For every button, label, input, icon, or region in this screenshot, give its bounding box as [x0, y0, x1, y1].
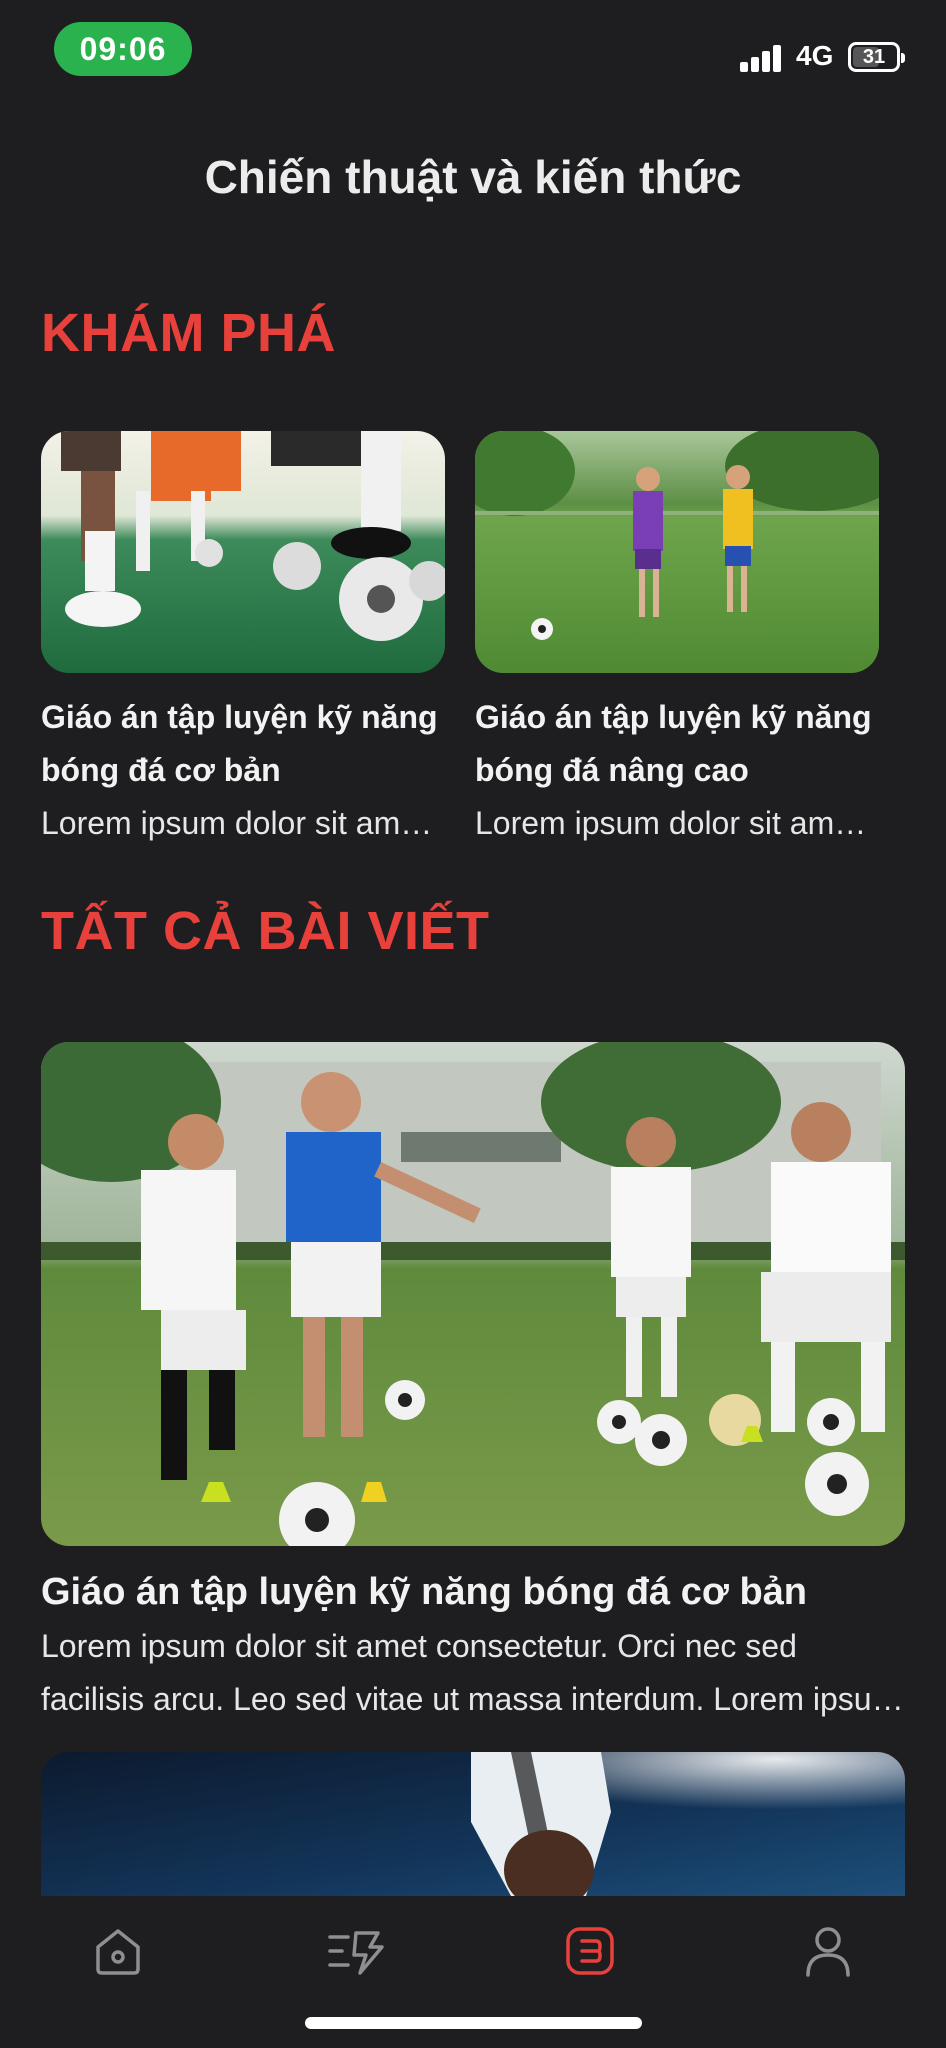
article-card-description: Lorem ipsum dolor sit amet consectetur. …: [41, 1628, 899, 1717]
explore-card-description: Lorem ipsum dolor sit amet consectetur.: [41, 805, 445, 841]
status-bar: 09:06 4G 31: [0, 0, 946, 90]
page-title: Chiến thuật và kiến thức: [204, 151, 742, 203]
signal-icon: [740, 44, 784, 72]
home-indicator[interactable]: [305, 2017, 642, 2029]
article-card-title: Giáo án tập luyện kỹ năng bóng đá cơ bản: [41, 1571, 808, 1613]
article-card[interactable]: [41, 1752, 905, 1896]
article-card-image: [41, 1042, 905, 1546]
all-articles-section-title: TẤT CẢ BÀI VIẾT: [41, 901, 490, 961]
tab-profile[interactable]: [788, 1916, 868, 1986]
battery-level: 31: [862, 45, 886, 68]
explore-card-image: [41, 431, 445, 673]
explore-card[interactable]: Giáo án tập luyện kỹ năng bóng đá nâng c…: [475, 431, 879, 850]
explore-card-description: Lorem ipsum dolor sit amet consectetur.: [475, 805, 879, 841]
network-type: 4G: [796, 40, 834, 71]
article-card-image: [41, 1752, 905, 1896]
explore-card-image: [475, 431, 879, 673]
status-time[interactable]: 09:06: [54, 22, 192, 76]
article-card[interactable]: Giáo án tập luyện kỹ năng bóng đá cơ bản…: [41, 1042, 905, 1726]
articles-icon: [566, 1927, 614, 1975]
screen: 09:06 4G 31 Chiến thuật và kiến thức KHÁ…: [0, 0, 946, 2048]
battery-icon: 31: [848, 42, 905, 72]
explore-card-title: Giáo án tập luyện kỹ năng bóng đá nâng c…: [475, 699, 872, 788]
home-icon: [96, 1929, 140, 1975]
explore-card[interactable]: Giáo án tập luyện kỹ năng bóng đá cơ bản…: [41, 431, 445, 850]
explore-section-title: KHÁM PHÁ: [41, 303, 336, 363]
tab-articles[interactable]: [550, 1916, 630, 1986]
tactics-icon: [328, 1931, 384, 1975]
tab-tactics[interactable]: [316, 1916, 396, 1986]
profile-icon: [806, 1927, 850, 1977]
tab-home[interactable]: [78, 1916, 158, 1986]
explore-card-title: Giáo án tập luyện kỹ năng bóng đá cơ bản: [41, 699, 438, 788]
